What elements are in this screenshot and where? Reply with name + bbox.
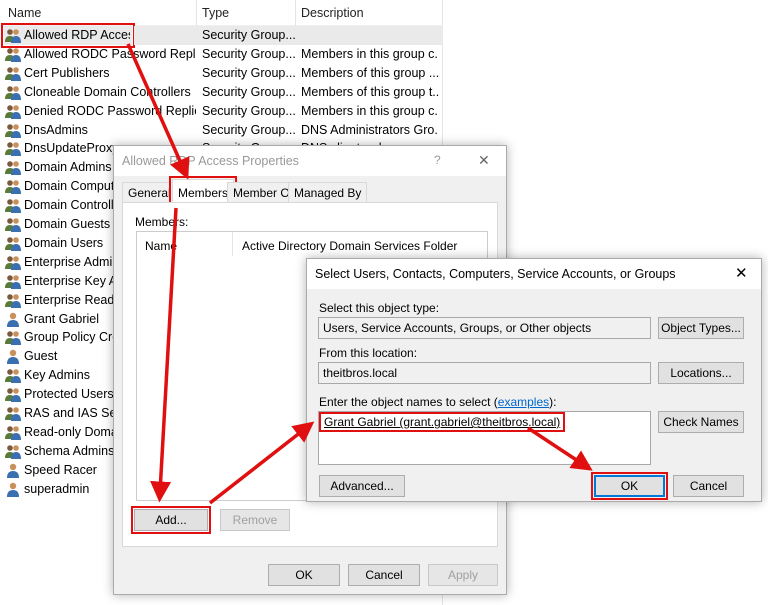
annotation-arrows <box>126 43 593 505</box>
arrow-3 <box>208 421 315 505</box>
arrow-2 <box>150 207 178 503</box>
arrow-1 <box>126 43 190 180</box>
arrow-4 <box>527 426 593 471</box>
